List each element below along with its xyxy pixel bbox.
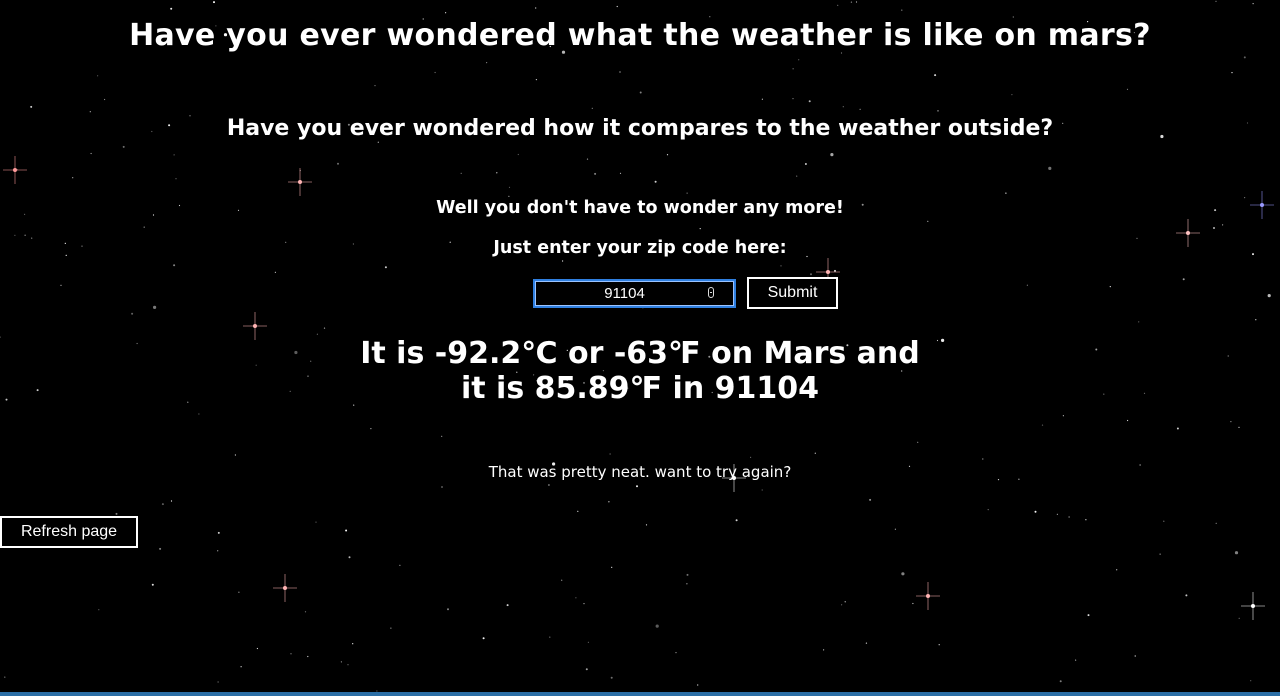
try-again-text: That was pretty neat. want to try again? [488,463,792,481]
refresh-page-button[interactable]: Refresh page [0,516,138,548]
intro-text: Well you don't have to wonder any more! [436,198,844,218]
zip-form: Submit [0,277,1280,309]
zip-prompt: Just enter your zip code here: [493,238,787,258]
page-subtitle: Have you ever wondered how it compares t… [226,116,1054,141]
page-title: Have you ever wondered what the weather … [129,18,1151,53]
page-content: Have you ever wondered what the weather … [0,0,1280,696]
local-temperature-text: it is 85.89℉ in 91104 [460,371,820,406]
number-spinner-icon[interactable] [708,286,714,298]
mars-temperature-text: It is -92.2℃ or -63℉ on Mars and [360,336,920,371]
zip-code-input[interactable] [533,278,736,308]
submit-button[interactable]: Submit [747,277,838,309]
weather-result: It is -92.2℃ or -63℉ on Mars and it is 8… [0,336,1280,406]
zip-input-wrapper [533,278,736,308]
bottom-edge-bar [0,692,1280,696]
